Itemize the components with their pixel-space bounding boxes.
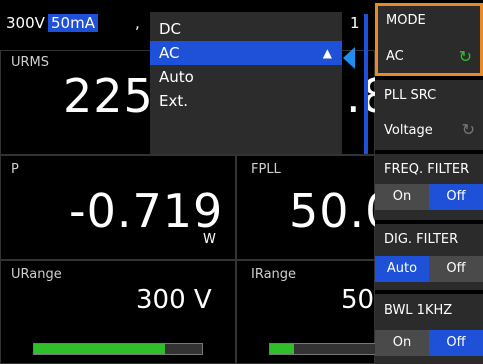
voltage-range: 300V bbox=[6, 14, 45, 32]
dig-filter-auto-option[interactable]: Auto bbox=[375, 256, 429, 282]
softkey-mode-value: AC bbox=[386, 49, 404, 64]
softkey-dig-filter-title: DIG. FILTER bbox=[384, 232, 459, 247]
softkey-dig-filter[interactable]: DIG. FILTER Auto Off bbox=[375, 224, 483, 290]
dig-filter-toggle[interactable]: Auto Off bbox=[375, 256, 483, 282]
urange-value: 300 V bbox=[136, 285, 212, 315]
softkey-bwl-title: BWL 1KHZ bbox=[384, 303, 453, 318]
softkey-pll-src-title: PLL SRC bbox=[384, 88, 437, 103]
fpll-label: FPLL bbox=[251, 162, 281, 177]
irange-label: IRange bbox=[251, 267, 297, 282]
urange-bar-fill bbox=[34, 344, 166, 354]
bwl-toggle[interactable]: On Off bbox=[375, 330, 483, 356]
rotary-knob-icon: ↻ bbox=[458, 47, 472, 66]
urms-value: 225 bbox=[63, 69, 154, 123]
softkey-pll-src-value: Voltage bbox=[384, 123, 433, 138]
irange-panel[interactable]: IRange 50 bbox=[236, 260, 379, 364]
urange-label: URange bbox=[11, 267, 62, 282]
spin-arrows-icon: ▲ bbox=[322, 46, 332, 60]
bwl-off-option[interactable]: Off bbox=[429, 330, 483, 356]
dropdown-item-ac[interactable]: AC ▲ bbox=[150, 41, 342, 65]
p-panel[interactable]: P -0.719 W bbox=[0, 155, 236, 260]
urms-label: URMS bbox=[11, 55, 50, 70]
fpll-panel[interactable]: FPLL 50.0 bbox=[236, 155, 394, 260]
status-partial-right: 1 bbox=[350, 14, 360, 32]
dropdown-item-auto[interactable]: Auto bbox=[150, 65, 342, 89]
current-range-badge: 50mA bbox=[48, 14, 98, 32]
freq-filter-on-option[interactable]: On bbox=[375, 184, 429, 210]
p-unit: W bbox=[203, 232, 216, 247]
selection-marker-bar bbox=[364, 14, 368, 154]
selection-marker-icon bbox=[343, 47, 355, 69]
urange-panel[interactable]: URange 300 V bbox=[0, 260, 236, 364]
urange-bar bbox=[33, 343, 203, 355]
softkey-bwl[interactable]: BWL 1KHZ On Off bbox=[375, 294, 483, 364]
p-label: P bbox=[11, 162, 19, 177]
dropdown-item-dc[interactable]: DC bbox=[150, 17, 342, 41]
dropdown-item-ac-label: AC bbox=[159, 44, 180, 62]
softkey-pll-src[interactable]: PLL SRC Voltage ↻ bbox=[375, 80, 483, 150]
coupling-dropdown[interactable]: DC AC ▲ Auto Ext. bbox=[150, 12, 342, 154]
softkey-freq-filter[interactable]: FREQ. FILTER On Off bbox=[375, 154, 483, 220]
p-value: -0.719 bbox=[69, 184, 224, 238]
freq-filter-off-option[interactable]: Off bbox=[429, 184, 483, 210]
rotary-knob-icon: ↻ bbox=[461, 120, 475, 139]
irange-bar bbox=[269, 343, 379, 355]
softkey-mode[interactable]: MODE AC ↻ bbox=[375, 3, 483, 76]
freq-filter-toggle[interactable]: On Off bbox=[375, 184, 483, 210]
bwl-on-option[interactable]: On bbox=[375, 330, 429, 356]
dropdown-item-ext[interactable]: Ext. bbox=[150, 89, 342, 113]
dropdown-item-dc-label: DC bbox=[159, 20, 182, 38]
dropdown-item-ext-label: Ext. bbox=[159, 92, 189, 110]
dropdown-item-auto-label: Auto bbox=[159, 68, 194, 86]
softkey-mode-title: MODE bbox=[386, 13, 426, 28]
status-partial-left: , bbox=[135, 14, 140, 32]
irange-value: 50 bbox=[341, 285, 375, 315]
irange-bar-fill bbox=[270, 344, 294, 354]
softkey-freq-filter-title: FREQ. FILTER bbox=[384, 162, 470, 177]
dig-filter-off-option[interactable]: Off bbox=[429, 256, 483, 282]
softkey-panel: MODE AC ↻ PLL SRC Voltage ↻ FREQ. FILTER… bbox=[375, 0, 483, 364]
